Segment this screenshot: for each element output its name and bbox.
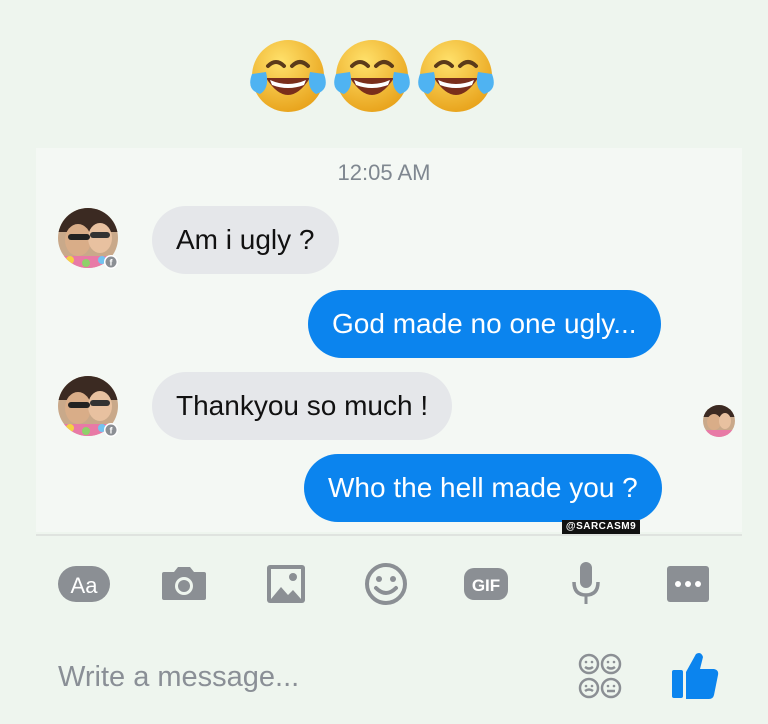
image-icon[interactable] [258,556,314,612]
seen-avatar [703,405,735,437]
text-icon-label: Aa [71,573,99,598]
contact-avatar[interactable]: f [56,374,120,438]
emoji-header [0,36,768,120]
more-icon[interactable] [660,556,716,612]
stickers-icon[interactable] [578,652,622,700]
emoji-icon[interactable] [358,556,414,612]
microphone-icon[interactable] [558,556,614,612]
like-icon[interactable] [668,648,720,702]
text-icon[interactable]: Aa [56,556,112,612]
gif-icon[interactable]: GIF [458,556,514,612]
incoming-message-bubble[interactable]: Am i ugly ? [152,206,339,274]
incoming-message-bubble[interactable]: Thankyou so much ! [152,372,453,440]
outgoing-message-bubble[interactable]: God made no one ugly... [308,290,661,358]
contact-avatar[interactable]: f [56,206,120,270]
divider [36,534,742,536]
message-composer [0,640,768,720]
watermark: @SARCASM9 [562,520,640,534]
face-with-tears-of-joy-icon [418,40,494,112]
gif-icon-label: GIF [472,576,500,595]
camera-icon[interactable] [156,556,212,612]
composer-toolbar: Aa GIF [0,550,768,620]
message-timestamp: 12:05 AM [337,160,431,185]
face-with-tears-of-joy-icon [334,40,410,112]
outgoing-message-bubble[interactable]: Who the hell made you ? [304,454,662,522]
message-input[interactable] [56,654,540,700]
face-with-tears-of-joy-icon [250,40,326,112]
